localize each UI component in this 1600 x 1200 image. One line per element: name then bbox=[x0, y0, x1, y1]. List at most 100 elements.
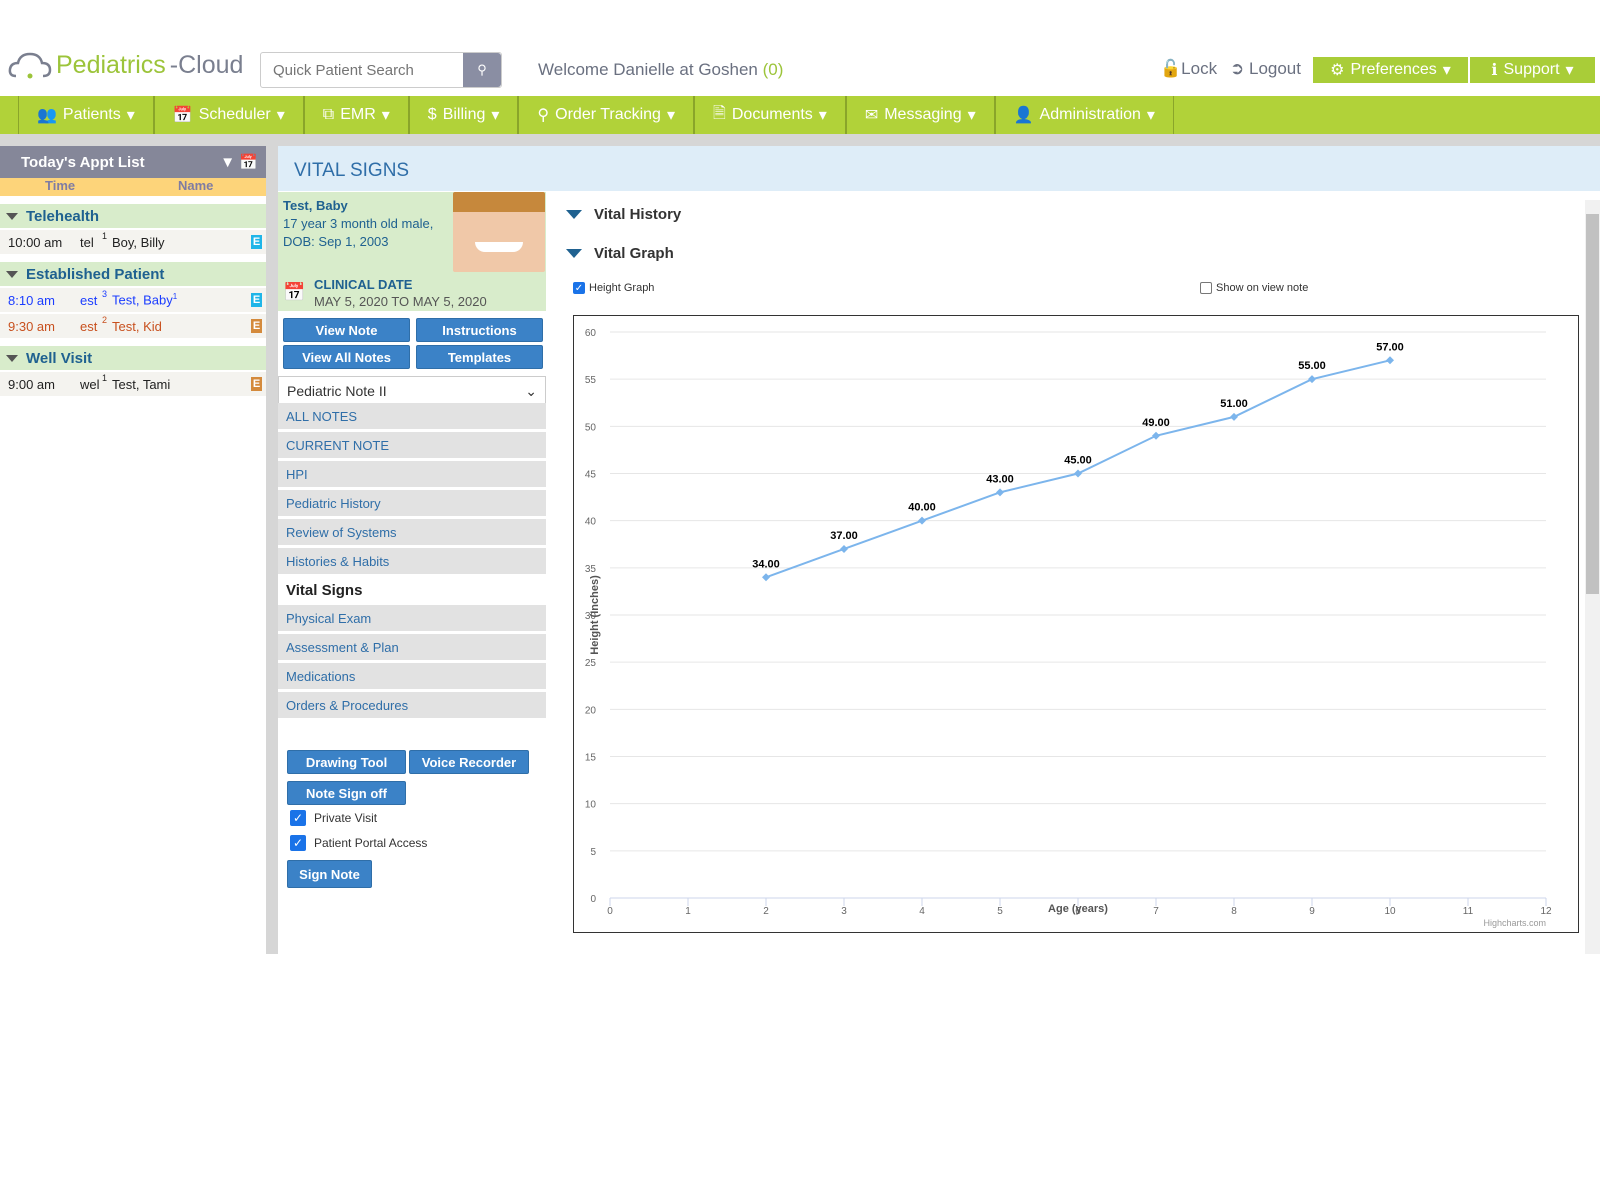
check-icon: ✓ bbox=[290, 810, 306, 826]
appt-row[interactable]: 9:00 am wel 1 Test, Tami E bbox=[0, 372, 266, 396]
appt-patient[interactable]: Test, Kid bbox=[112, 319, 162, 334]
clinical-date-range: MAY 5, 2020 TO MAY 5, 2020 bbox=[314, 294, 487, 309]
envelope-icon: ✉ bbox=[864, 107, 879, 124]
nav-emr[interactable]: ⧉ EMR ▾ bbox=[303, 96, 409, 134]
appt-row[interactable]: 8:10 am est 3 Test, Baby1 E bbox=[0, 288, 266, 312]
vital-history-toggle[interactable]: Vital History bbox=[566, 206, 681, 223]
patient-age: 17 year 3 month old male, bbox=[283, 216, 434, 231]
filter-icon[interactable]: ▼ bbox=[220, 154, 235, 171]
appt-group[interactable]: Established Patient bbox=[0, 262, 266, 286]
nav-patients[interactable]: 👥 Patients ▾ bbox=[18, 96, 154, 134]
appt-type: tel bbox=[80, 234, 94, 250]
drawing-tool-button[interactable]: Drawing Tool bbox=[287, 750, 406, 774]
nav-label: Order Tracking bbox=[555, 106, 661, 123]
data-point bbox=[1074, 469, 1082, 478]
patient-portal-checkbox[interactable]: ✓ Patient Portal Access bbox=[290, 835, 427, 851]
nav-messaging[interactable]: ✉ Messaging ▾ bbox=[845, 96, 995, 134]
check-icon: ✓ bbox=[290, 835, 306, 851]
appt-group[interactable]: Well Visit bbox=[0, 346, 266, 370]
data-label: 43.00 bbox=[986, 473, 1014, 485]
appt-list-panel: Today's Appt List ▼ 📅 Time Name Telehealth… bbox=[0, 146, 278, 954]
nav-administration[interactable]: 👤 Administration ▾ bbox=[994, 96, 1174, 134]
note-sign-off-button[interactable]: Note Sign off bbox=[287, 781, 406, 805]
data-point bbox=[918, 516, 926, 525]
encounter-badge[interactable]: E bbox=[251, 377, 262, 391]
patient-name[interactable]: Test, Baby bbox=[283, 198, 348, 213]
data-label: 51.00 bbox=[1220, 398, 1248, 410]
logout-link[interactable]: ➲ Logout bbox=[1230, 59, 1301, 79]
instructions-button[interactable]: Instructions bbox=[416, 318, 543, 342]
data-label: 57.00 bbox=[1376, 341, 1404, 353]
quick-search: ⚲ bbox=[260, 52, 502, 88]
search-input[interactable] bbox=[261, 53, 463, 87]
y-tick-label: 45 bbox=[585, 470, 597, 481]
nav-label: Administration bbox=[1039, 106, 1141, 123]
scrollbar-thumb[interactable] bbox=[1586, 214, 1599, 594]
private-visit-checkbox[interactable]: ✓ Private Visit bbox=[290, 810, 377, 826]
gear-icon: ⚙ bbox=[1330, 62, 1345, 79]
vital-graph-label: Vital Graph bbox=[594, 245, 674, 262]
note-menu-item[interactable]: Orders & Procedures bbox=[278, 692, 546, 718]
data-label: 34.00 bbox=[752, 558, 780, 570]
encounter-badge[interactable]: E bbox=[251, 235, 262, 249]
col-time[interactable]: Time bbox=[45, 178, 75, 193]
show-on-note-checkbox[interactable]: Show on view note bbox=[1200, 282, 1308, 294]
lock-link[interactable]: 🔓Lock bbox=[1160, 59, 1217, 79]
encounter-badge[interactable]: E bbox=[251, 319, 262, 333]
appt-patient[interactable]: Test, Tami bbox=[112, 377, 170, 392]
appt-group[interactable]: Telehealth bbox=[0, 204, 266, 228]
appt-row[interactable]: 10:00 am tel 1 Boy, Billy E bbox=[0, 230, 266, 254]
scrollbar[interactable] bbox=[1585, 200, 1600, 954]
note-select-value: Pediatric Note II bbox=[287, 383, 387, 399]
lock-icon: 🔓 bbox=[1160, 59, 1182, 78]
info-icon: ℹ bbox=[1491, 62, 1498, 79]
note-menu-item[interactable]: Assessment & Plan bbox=[278, 634, 546, 660]
support-button[interactable]: ℹ Support ▾ bbox=[1470, 57, 1595, 83]
search-icon: ⚲ bbox=[537, 107, 550, 124]
note-menu-item[interactable]: ALL NOTES bbox=[278, 403, 546, 429]
voice-recorder-button[interactable]: Voice Recorder bbox=[409, 750, 529, 774]
sign-note-button[interactable]: Sign Note bbox=[287, 860, 372, 888]
view-all-notes-button[interactable]: View All Notes bbox=[283, 345, 410, 369]
chart-credit: Highcharts.com bbox=[1483, 918, 1546, 928]
search-button[interactable]: ⚲ bbox=[463, 53, 501, 87]
appt-patient[interactable]: Boy, Billy bbox=[112, 235, 165, 250]
appt-row[interactable]: 9:30 am est 2 Test, Kid E bbox=[0, 314, 266, 338]
x-axis-title: Age (years) bbox=[1048, 903, 1108, 915]
data-point bbox=[1152, 431, 1160, 440]
appt-patient[interactable]: Test, Baby1 bbox=[112, 292, 177, 307]
height-graph-label: Height Graph bbox=[589, 282, 655, 294]
preferences-button[interactable]: ⚙ Preferences ▾ bbox=[1313, 57, 1468, 83]
note-menu-item[interactable]: HPI bbox=[278, 461, 546, 487]
x-tick-label: 8 bbox=[1231, 906, 1237, 917]
welcome-count[interactable]: (0) bbox=[763, 60, 784, 79]
calendar-icon[interactable]: 📅 bbox=[239, 154, 258, 171]
collapse-strip[interactable] bbox=[0, 134, 1600, 146]
note-menu-item[interactable]: CURRENT NOTE bbox=[278, 432, 546, 458]
note-menu-item[interactable]: Physical Exam bbox=[278, 605, 546, 631]
note-menu-item[interactable]: Pediatric History bbox=[278, 490, 546, 516]
appt-group-label: Well Visit bbox=[26, 349, 93, 367]
nav-scheduler[interactable]: 📅 Scheduler ▾ bbox=[153, 96, 304, 134]
nav-billing[interactable]: $ Billing ▾ bbox=[408, 96, 519, 134]
y-tick-label: 0 bbox=[590, 894, 596, 905]
note-template-select[interactable]: Pediatric Note II ⌄ bbox=[278, 376, 546, 406]
note-menu-item[interactable]: Histories & Habits bbox=[278, 548, 546, 574]
height-graph-checkbox[interactable]: ✓ Height Graph bbox=[573, 282, 654, 294]
logo[interactable]: Pediatrics -Cloud bbox=[8, 50, 243, 80]
note-menu-item[interactable]: Review of Systems bbox=[278, 519, 546, 545]
caret-down-icon bbox=[566, 249, 582, 258]
appt-patient-name: Boy, Billy bbox=[112, 234, 165, 250]
vital-graph-toggle[interactable]: Vital Graph bbox=[566, 245, 674, 262]
y-tick-label: 50 bbox=[585, 422, 597, 433]
nav-order-tracking[interactable]: ⚲ Order Tracking ▾ bbox=[518, 96, 694, 134]
note-menu-item[interactable]: Vital Signs bbox=[278, 577, 546, 603]
note-menu-item[interactable]: Medications bbox=[278, 663, 546, 689]
data-label: 49.00 bbox=[1142, 417, 1170, 429]
encounter-badge[interactable]: E bbox=[251, 293, 262, 307]
templates-button[interactable]: Templates bbox=[416, 345, 543, 369]
view-note-button[interactable]: View Note bbox=[283, 318, 410, 342]
series-line bbox=[765, 359, 1391, 579]
col-name[interactable]: Name bbox=[178, 178, 213, 193]
nav-documents[interactable]: 🗎 Documents ▾ bbox=[693, 96, 846, 134]
